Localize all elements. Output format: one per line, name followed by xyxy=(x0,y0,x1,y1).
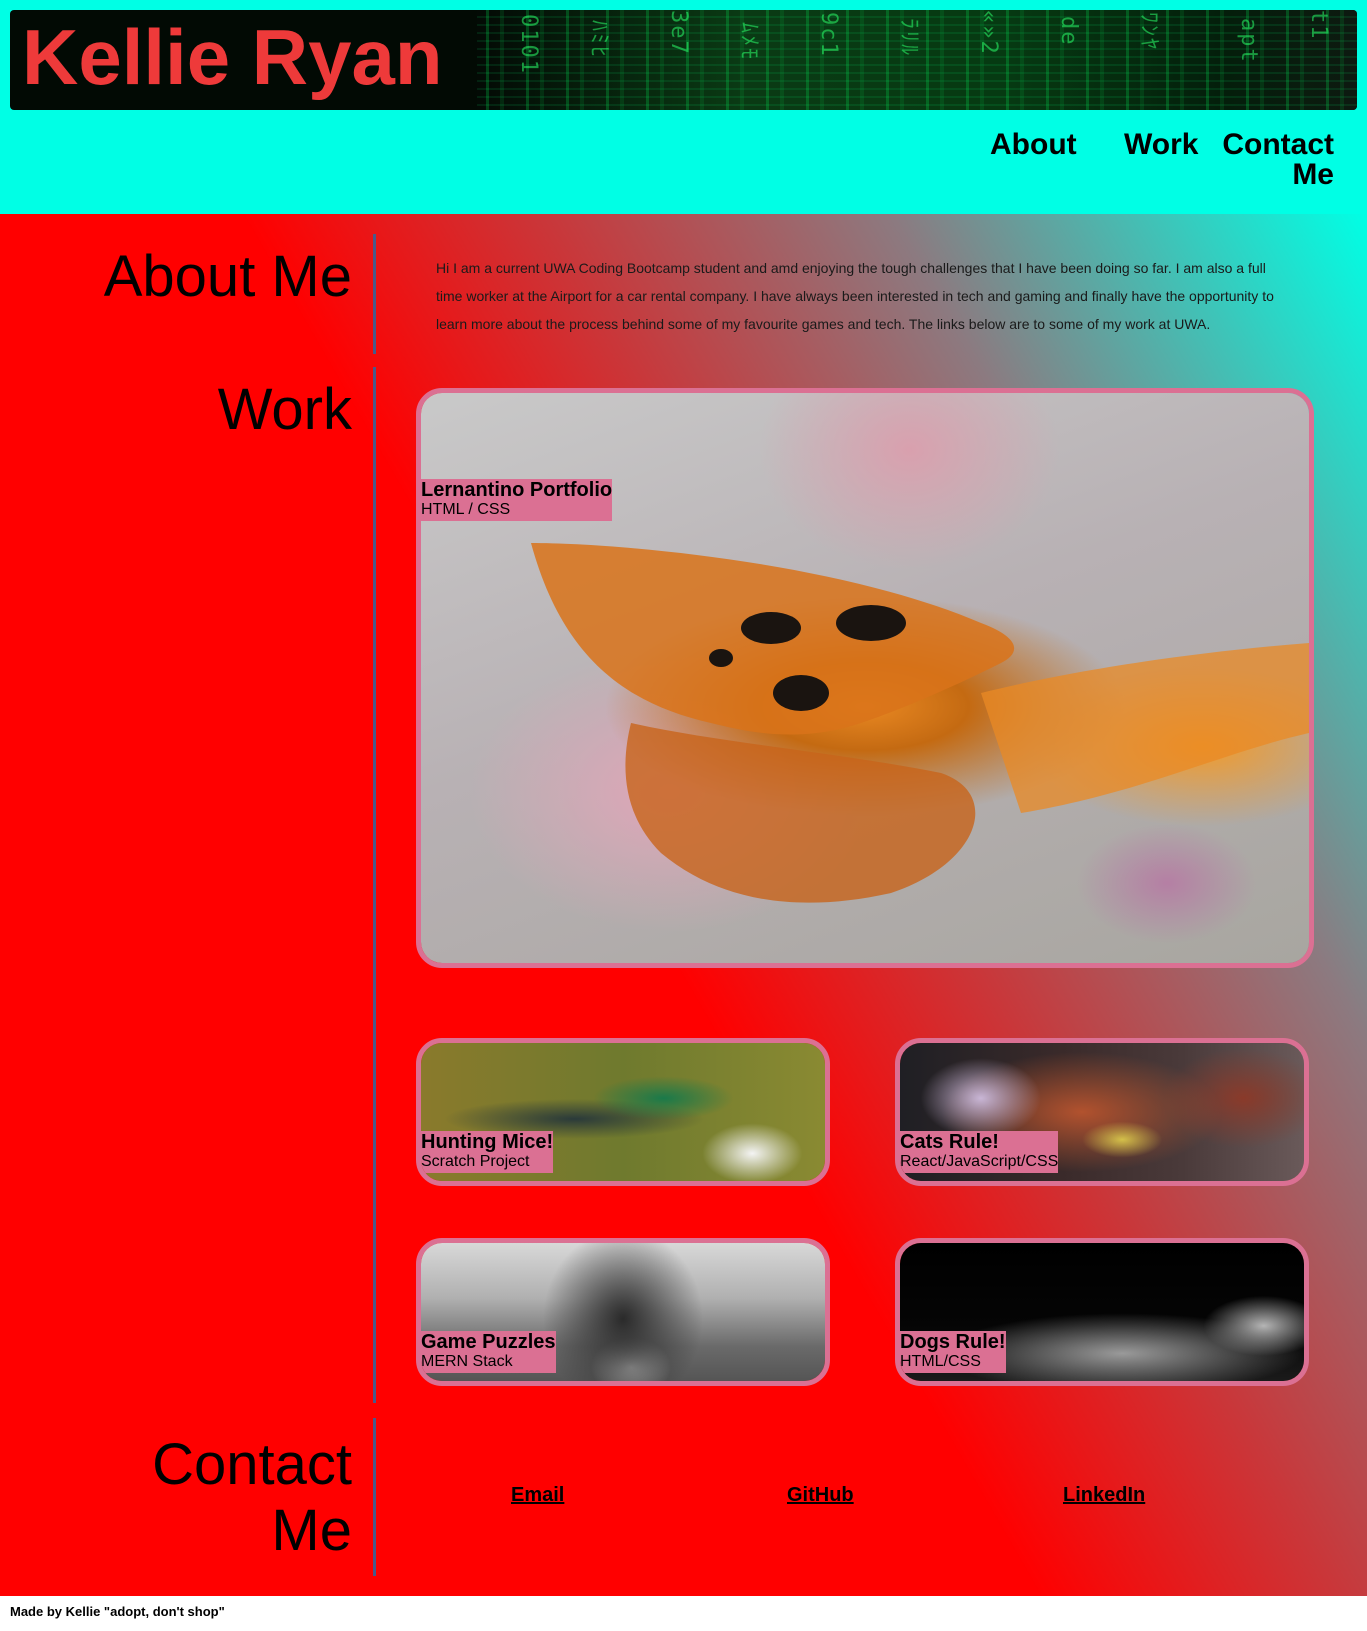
footer-text: Made by Kellie "adopt, don't shop" xyxy=(10,1604,225,1619)
main-content: About Me Hi I am a current UWA Coding Bo… xyxy=(0,214,1367,1596)
nav-contact-me[interactable]: Contact Me xyxy=(1204,130,1334,190)
work-divider xyxy=(373,367,376,1403)
contact-heading-line2: Me xyxy=(271,1498,352,1563)
about-text: Hi I am a current UWA Coding Bootcamp st… xyxy=(436,260,1274,332)
project-card-hunting-mice[interactable]: Hunting Mice! Scratch Project xyxy=(416,1038,830,1186)
project-name[interactable]: Dogs Rule! xyxy=(900,1331,1006,1353)
linkedin-link[interactable]: LinkedIn xyxy=(1063,1484,1145,1507)
project-tech: MERN Stack xyxy=(421,1353,513,1370)
contact-heading: Contact Me xyxy=(12,1432,352,1564)
project-label: Hunting Mice! Scratch Project xyxy=(421,1131,554,1173)
project-card-cats-rule[interactable]: Cats Rule! React/JavaScript/CSS xyxy=(895,1038,1309,1186)
project-name[interactable]: Game Puzzles xyxy=(421,1331,556,1353)
site-header: 0101 ﾊﾐﾋ 3e7 ﾑﾒﾓ 9c1 ﾗﾘﾙ «»2 de ﾜﾝﾔ apt … xyxy=(0,0,1367,214)
project-name[interactable]: Lernantino Portfolio xyxy=(421,479,612,501)
contact-heading-line1: Contact xyxy=(152,1432,352,1497)
project-tech: Scratch Project xyxy=(421,1153,530,1170)
about-heading: About Me xyxy=(103,244,352,309)
project-label: Game Puzzles MERN Stack xyxy=(421,1331,556,1373)
contact-divider xyxy=(373,1418,376,1576)
project-name[interactable]: Cats Rule! xyxy=(900,1131,1058,1153)
project-label: Dogs Rule! HTML/CSS xyxy=(900,1331,1006,1373)
about-divider xyxy=(373,234,376,354)
project-card-featured[interactable]: Lernantino Portfolio HTML / CSS xyxy=(416,388,1314,968)
project-tech: React/JavaScript/CSS xyxy=(900,1153,1059,1170)
nav-about[interactable]: About xyxy=(990,130,1077,160)
project-card-dogs-rule[interactable]: Dogs Rule! HTML/CSS xyxy=(895,1238,1309,1386)
project-tech: HTML/CSS xyxy=(900,1353,981,1370)
project-label: Lernantino Portfolio HTML / CSS xyxy=(421,479,613,521)
matrix-code-background: 0101 ﾊﾐﾋ 3e7 ﾑﾒﾓ 9c1 ﾗﾘﾙ «»2 de ﾜﾝﾔ apt … xyxy=(477,10,1357,110)
project-label: Cats Rule! React/JavaScript/CSS xyxy=(900,1131,1059,1173)
nav-work[interactable]: Work xyxy=(1124,130,1198,160)
site-title: Kellie Ryan xyxy=(22,13,443,101)
main-nav: About Work Contact Me xyxy=(0,124,1367,204)
project-tech: HTML / CSS xyxy=(421,501,511,518)
project-card-game-puzzles[interactable]: Game Puzzles MERN Stack xyxy=(416,1238,830,1386)
github-link[interactable]: GitHub xyxy=(787,1484,854,1507)
header-banner: 0101 ﾊﾐﾋ 3e7 ﾑﾒﾓ 9c1 ﾗﾘﾙ «»2 de ﾜﾝﾔ apt … xyxy=(10,10,1357,110)
email-link[interactable]: Email xyxy=(511,1484,564,1507)
work-heading: Work xyxy=(217,377,352,442)
project-name[interactable]: Hunting Mice! xyxy=(421,1131,553,1153)
